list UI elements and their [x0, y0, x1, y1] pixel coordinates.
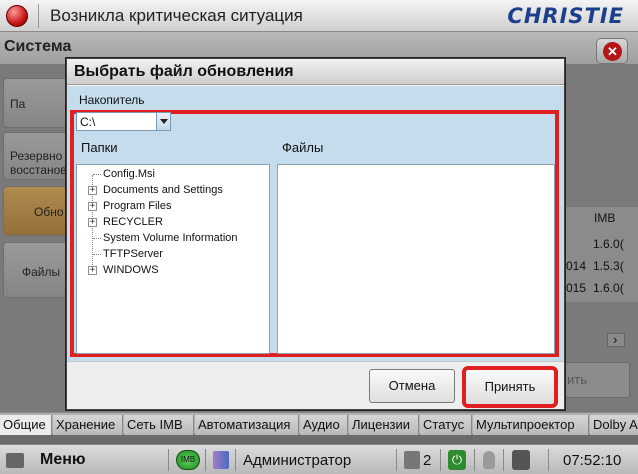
device-icon[interactable]: [512, 450, 530, 470]
tab-multiprojector[interactable]: Мультипроектор: [473, 415, 589, 435]
cancel-button[interactable]: Отмена: [369, 369, 455, 403]
power-icon[interactable]: ⏻: [448, 450, 466, 470]
table-cell: 014: [566, 259, 587, 273]
divider: [396, 449, 397, 471]
nav-label: Файлы: [22, 265, 61, 279]
dialog-title: Выбрать файл обновления: [74, 63, 294, 80]
tree-item-program-files[interactable]: + Program Files: [77, 199, 267, 215]
tab-status[interactable]: Статус: [420, 415, 472, 435]
menu-button[interactable]: Меню: [40, 451, 86, 469]
tree-item-label: Program Files: [103, 200, 172, 212]
background-apply-button[interactable]: ить: [560, 362, 630, 398]
drive-value: C:\: [80, 115, 96, 129]
tab-automation[interactable]: Автоматизация: [195, 415, 299, 435]
tree-item-tftpserver[interactable]: TFTPServer: [77, 247, 267, 263]
tree-item-label: Config.Msi: [103, 168, 155, 180]
dialog-content: Накопитель C:\ Папки Файлы Config.Msi + …: [67, 86, 564, 361]
system-close-button[interactable]: ✕: [596, 38, 628, 64]
table-cell: 1.6.0(: [593, 281, 624, 295]
nav-label: Резервно восстанов: [10, 149, 67, 177]
select-update-file-dialog: Выбрать файл обновления Накопитель C:\ П…: [66, 58, 565, 410]
drive-label: Накопитель: [79, 93, 145, 107]
background-button-label: ить: [567, 372, 587, 387]
close-icon: ✕: [603, 42, 622, 61]
scroll-right-button[interactable]: ›: [607, 332, 625, 347]
table-cell: 015: [566, 281, 587, 295]
nav-button-update[interactable]: Обно: [3, 186, 73, 236]
table-cell: 1.6.0(: [593, 237, 624, 251]
nav-button-general[interactable]: Па: [3, 78, 73, 128]
nav-button-backup[interactable]: Резервно восстанов: [3, 132, 73, 180]
user-icon: [213, 451, 229, 469]
tree-item-label: Documents and Settings: [103, 184, 223, 196]
clock: 07:52:10: [563, 452, 622, 469]
drive-select[interactable]: C:\: [76, 112, 171, 131]
imb-status-icon[interactable]: IMB: [176, 450, 200, 470]
menu-icon[interactable]: [6, 453, 24, 468]
expand-icon[interactable]: +: [88, 266, 97, 275]
files-label: Файлы: [282, 140, 324, 155]
christie-logo: CHRISTIE: [507, 4, 624, 28]
tab-dolby[interactable]: Dolby A: [590, 415, 638, 435]
tree-item-label: RECYCLER: [103, 216, 163, 228]
expand-icon[interactable]: +: [88, 218, 97, 227]
notification-count: 2: [423, 452, 432, 469]
divider: [503, 449, 504, 471]
top-bar: Возникла критическая ситуация CHRISTIE: [0, 0, 638, 32]
lamp-icon[interactable]: [483, 451, 495, 469]
tree-item-recycler[interactable]: + RECYCLER: [77, 215, 267, 231]
divider: [474, 449, 475, 471]
tree-item-documents-and-settings[interactable]: + Documents and Settings: [77, 183, 267, 199]
accept-button[interactable]: Принять: [462, 366, 558, 408]
folders-label: Папки: [81, 140, 118, 155]
dialog-titlebar: Выбрать файл обновления: [67, 59, 564, 85]
tree-item-label: WINDOWS: [103, 264, 159, 276]
chevron-right-icon: ›: [613, 332, 618, 347]
tab-licenses[interactable]: Лицензии: [349, 415, 419, 435]
tab-strip: Общие Хранение Сеть IMB Автоматизация Ау…: [0, 412, 638, 435]
divider: [168, 449, 169, 471]
chevron-down-icon[interactable]: [156, 113, 170, 130]
expand-icon[interactable]: +: [88, 186, 97, 195]
folder-tree[interactable]: Config.Msi + Documents and Settings + Pr…: [76, 164, 270, 354]
system-title: Система: [4, 38, 72, 55]
status-bar: Меню IMB Администратор 2 ⏻ 07:52:10: [0, 444, 638, 474]
divider: [440, 449, 441, 471]
tab-audio[interactable]: Аудио: [300, 415, 348, 435]
tree-connector: [93, 254, 101, 255]
alarm-indicator-icon[interactable]: [6, 5, 28, 27]
nav-button-files[interactable]: Файлы: [3, 242, 73, 298]
tree-item-system-volume-information[interactable]: System Volume Information: [77, 231, 267, 247]
table-cell: 1.5.3(: [593, 259, 624, 273]
tree-connector: [93, 238, 101, 239]
tab-general[interactable]: Общие: [0, 415, 52, 435]
tree-item-windows[interactable]: + WINDOWS: [77, 263, 267, 279]
divider: [235, 449, 236, 471]
table-header-imb: IMB: [594, 211, 616, 225]
divider: [548, 449, 549, 471]
tab-imb-network[interactable]: Сеть IMB: [124, 415, 194, 435]
notification-icon[interactable]: [404, 451, 420, 469]
nav-label: Па: [10, 97, 26, 111]
tab-storage[interactable]: Хранение: [53, 415, 123, 435]
tree-item-label: TFTPServer: [103, 248, 163, 260]
divider: [38, 4, 39, 28]
tree-connector: [93, 174, 101, 175]
dialog-footer: Отмена Принять: [67, 361, 564, 409]
tree-item-config-msi[interactable]: Config.Msi: [77, 167, 267, 183]
files-list[interactable]: [277, 164, 555, 354]
alarm-message: Возникла критическая ситуация: [50, 6, 303, 25]
tree-item-label: System Volume Information: [103, 232, 238, 244]
divider: [205, 449, 206, 471]
expand-icon[interactable]: +: [88, 202, 97, 211]
current-user[interactable]: Администратор: [243, 452, 351, 469]
nav-label: Обно: [34, 205, 64, 219]
